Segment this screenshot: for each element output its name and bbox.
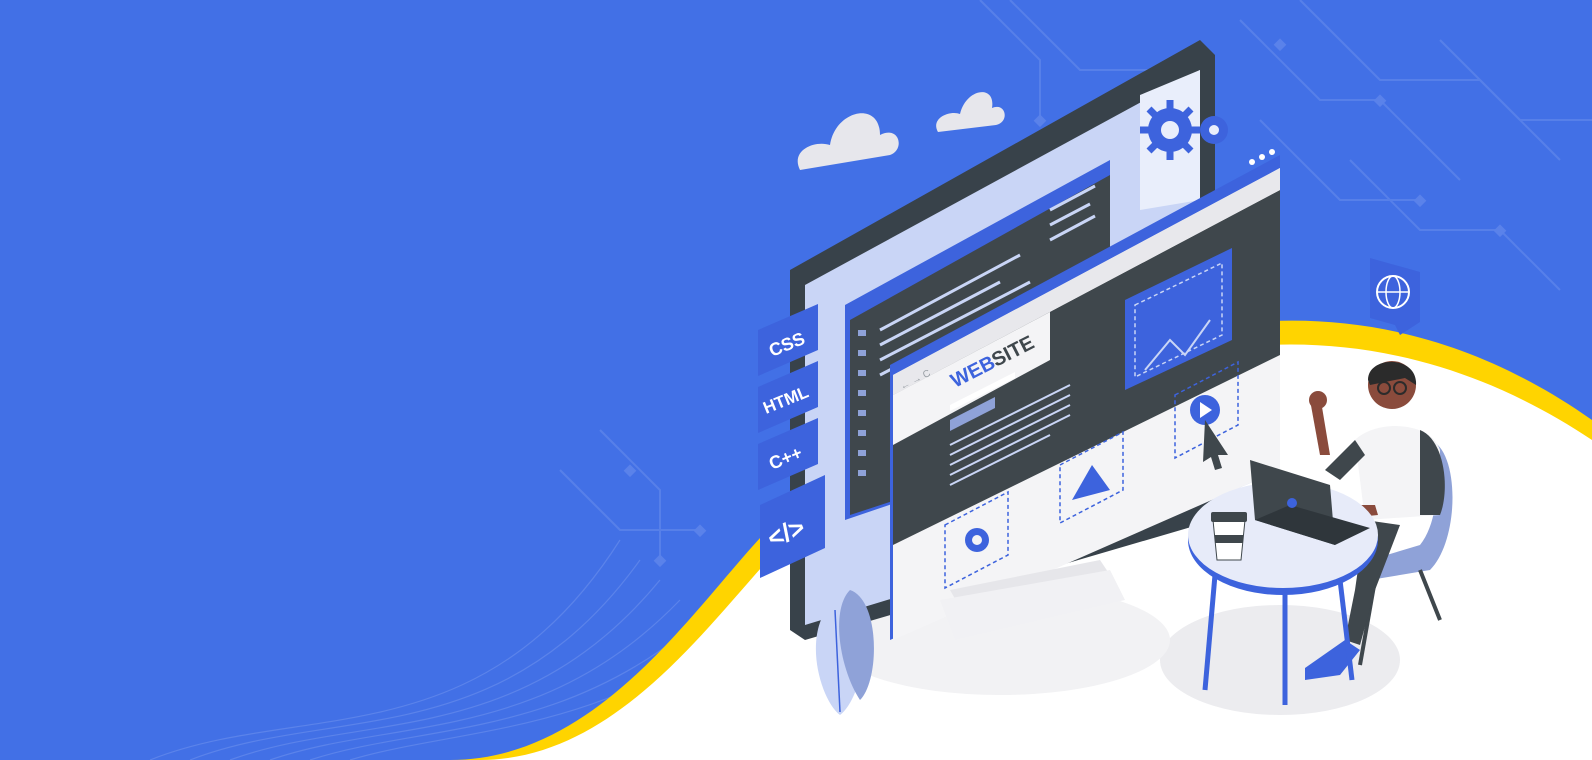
- globe-icon: [1370, 258, 1420, 335]
- coffee-cup-icon: [1211, 512, 1247, 561]
- website-development-illustration: WEB SITE ← → C CSS HTML C++ </>: [149, 0, 1592, 760]
- cloud-icon: [797, 92, 1005, 170]
